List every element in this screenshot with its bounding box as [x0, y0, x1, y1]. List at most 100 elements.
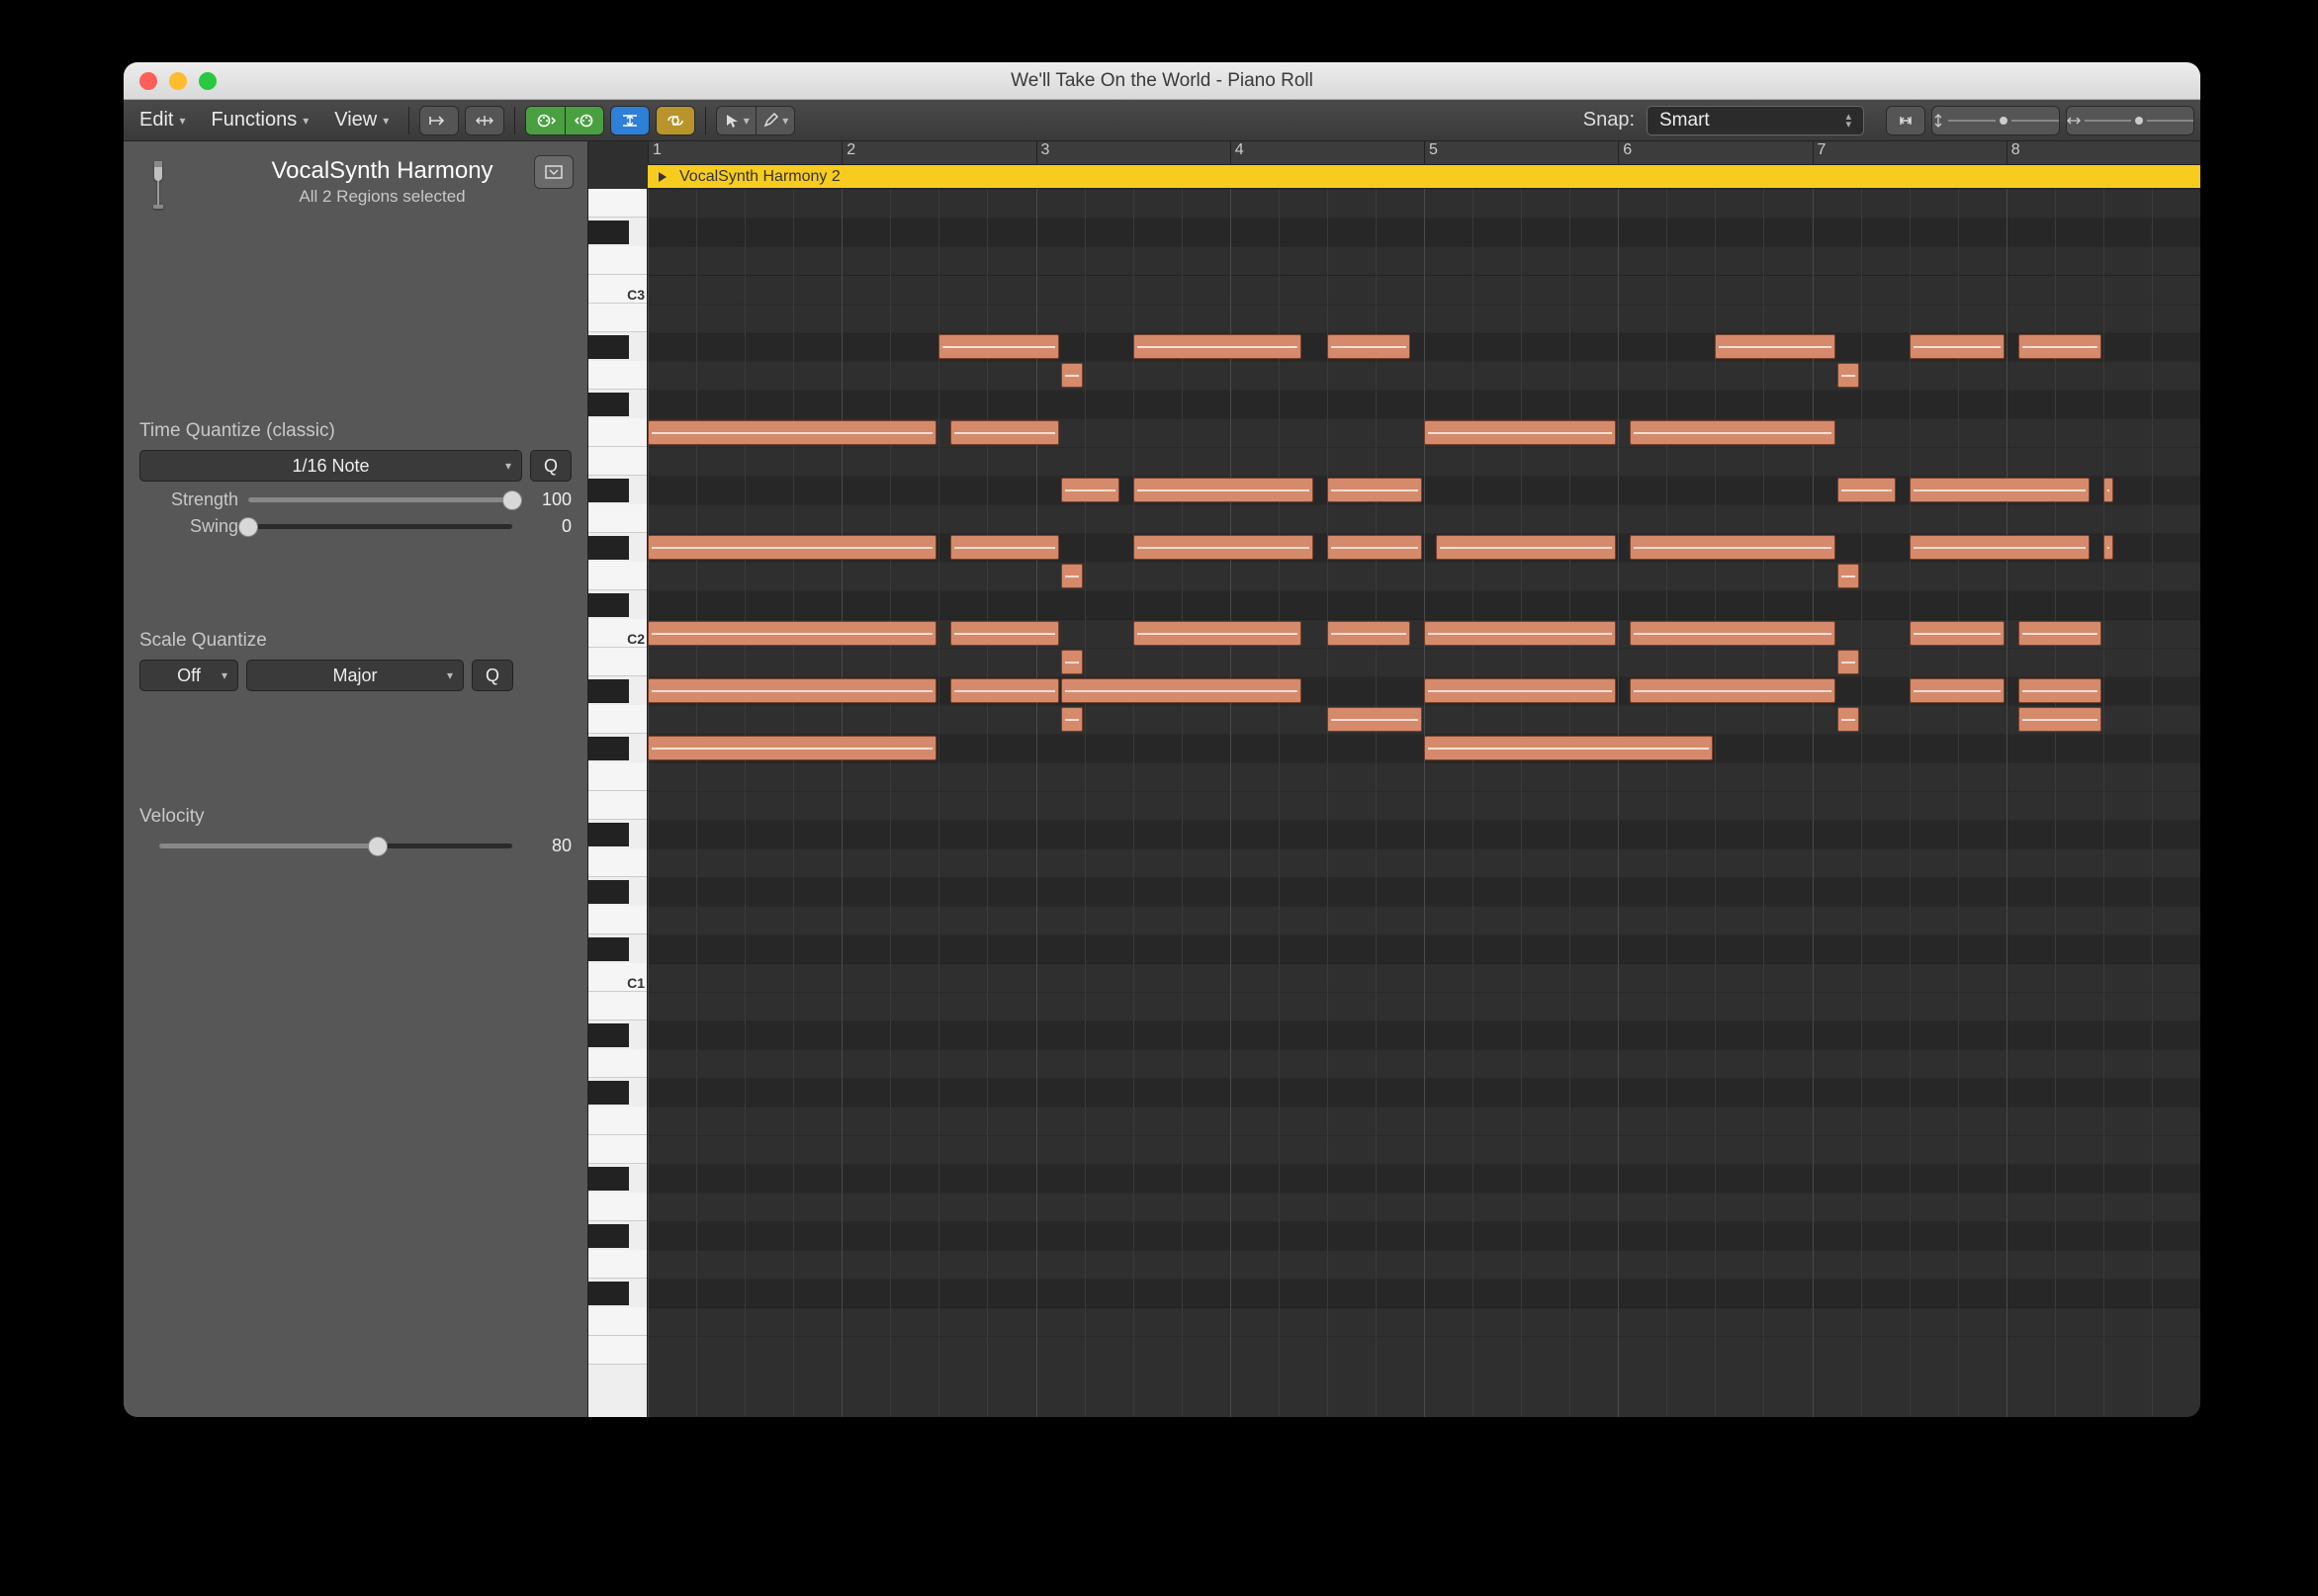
midi-note[interactable] — [2018, 621, 2101, 646]
velocity-value: 80 — [522, 836, 572, 856]
scale-quantize-button[interactable]: Q — [472, 660, 513, 691]
midi-note[interactable] — [1837, 650, 1859, 674]
midi-note[interactable] — [1715, 334, 1835, 359]
midi-note[interactable] — [1837, 564, 1859, 588]
midi-note[interactable] — [1910, 334, 2005, 359]
menu-view[interactable]: View▾ — [324, 105, 399, 135]
link-icon[interactable] — [656, 106, 695, 135]
midi-note[interactable] — [1436, 535, 1616, 560]
pencil-tool-icon[interactable]: ▾ — [756, 106, 795, 135]
midi-note[interactable] — [2018, 678, 2101, 703]
scale-mode-select[interactable]: Major▾ — [246, 660, 464, 691]
midi-note[interactable] — [950, 621, 1059, 646]
swing-value: 0 — [522, 516, 572, 537]
midi-note[interactable] — [1837, 363, 1859, 388]
auto-zoom-icon[interactable] — [465, 106, 504, 135]
midi-note[interactable] — [1133, 334, 1302, 359]
midi-note[interactable] — [648, 678, 936, 703]
midi-note[interactable] — [950, 535, 1059, 560]
scale-root-select[interactable]: Off▾ — [139, 660, 238, 691]
ruler-bar[interactable]: 1 — [648, 141, 842, 164]
midi-note[interactable] — [1424, 678, 1616, 703]
close-button[interactable] — [139, 72, 157, 90]
region-strip[interactable]: VocalSynth Harmony 2 — [648, 165, 2200, 189]
ruler-bar[interactable]: 7 — [1813, 141, 2006, 164]
menu-edit[interactable]: Edit▾ — [130, 105, 196, 135]
notes-area[interactable] — [648, 189, 2200, 1417]
midi-note[interactable] — [2103, 535, 2113, 560]
midi-note[interactable] — [1133, 535, 1313, 560]
zoom-button[interactable] — [199, 72, 217, 90]
midi-note[interactable] — [1837, 707, 1859, 732]
midi-out-icon[interactable] — [565, 106, 604, 135]
midi-note[interactable] — [1061, 707, 1083, 732]
midi-note[interactable] — [648, 420, 936, 445]
midi-note[interactable] — [2103, 478, 2113, 502]
vertical-zoom[interactable] — [1931, 106, 2060, 135]
midi-note[interactable] — [1630, 678, 1835, 703]
strength-value: 100 — [522, 489, 572, 510]
midi-note[interactable] — [1061, 564, 1083, 588]
midi-note[interactable] — [1061, 363, 1083, 388]
inspector-toggle-icon[interactable] — [534, 155, 574, 189]
swing-slider[interactable] — [248, 524, 512, 529]
velocity-title: Velocity — [139, 806, 572, 828]
midi-note[interactable] — [1910, 535, 2090, 560]
pointer-tool-icon[interactable]: ▾ — [716, 106, 756, 135]
ruler-bar[interactable]: 2 — [842, 141, 1035, 164]
ruler-bar[interactable]: 6 — [1618, 141, 1812, 164]
quantize-button[interactable]: Q — [530, 450, 572, 482]
zoom-to-fit-icon[interactable] — [1886, 106, 1925, 135]
ruler[interactable]: 12345678 — [648, 141, 2200, 165]
midi-note[interactable] — [1630, 420, 1835, 445]
midi-note[interactable] — [1910, 678, 2005, 703]
midi-note[interactable] — [1133, 621, 1302, 646]
strength-slider[interactable] — [248, 497, 512, 502]
midi-note[interactable] — [1327, 535, 1422, 560]
midi-note[interactable] — [1424, 621, 1616, 646]
track-subtitle: All 2 Regions selected — [193, 187, 572, 207]
midi-note[interactable] — [1327, 707, 1422, 732]
midi-note[interactable] — [1327, 621, 1410, 646]
mic-icon — [139, 155, 177, 215]
midi-note[interactable] — [1837, 478, 1896, 502]
horizontal-zoom[interactable] — [2066, 106, 2194, 135]
midi-in-icon[interactable] — [525, 106, 565, 135]
midi-note[interactable] — [1424, 420, 1616, 445]
midi-note[interactable] — [1327, 478, 1422, 502]
piano-roll: 12345678 VocalSynth Harmony 2 C3C2C1 — [588, 141, 2200, 1417]
ruler-bar[interactable]: 5 — [1424, 141, 1618, 164]
midi-note[interactable] — [950, 678, 1059, 703]
midi-note[interactable] — [1061, 478, 1119, 502]
midi-note[interactable] — [1910, 478, 2090, 502]
midi-note[interactable] — [2018, 334, 2101, 359]
midi-note[interactable] — [648, 621, 936, 646]
midi-note[interactable] — [1424, 736, 1713, 760]
snap-select[interactable]: Smart ▴▾ — [1647, 106, 1864, 135]
minimize-button[interactable] — [169, 72, 187, 90]
midi-note[interactable] — [2018, 707, 2101, 732]
window: We'll Take On the World - Piano Roll Edi… — [124, 62, 2200, 1417]
track-name: VocalSynth Harmony — [193, 157, 572, 185]
midi-note[interactable] — [648, 736, 936, 760]
velocity-slider[interactable] — [159, 843, 512, 848]
midi-note[interactable] — [1630, 621, 1835, 646]
midi-note[interactable] — [1061, 678, 1301, 703]
midi-note[interactable] — [1133, 478, 1313, 502]
ruler-bar[interactable]: 8 — [2006, 141, 2200, 164]
midi-note[interactable] — [1910, 621, 2005, 646]
midi-note[interactable] — [1630, 535, 1835, 560]
ruler-bar[interactable]: 4 — [1230, 141, 1424, 164]
midi-note[interactable] — [1327, 334, 1410, 359]
midi-note[interactable] — [938, 334, 1059, 359]
midi-note[interactable] — [950, 420, 1059, 445]
toolbar: Edit▾ Functions▾ View▾ ▾ — [124, 100, 2200, 141]
menu-functions[interactable]: Functions▾ — [202, 105, 319, 135]
midi-note[interactable] — [1061, 650, 1083, 674]
ruler-bar[interactable]: 3 — [1036, 141, 1230, 164]
midi-note[interactable] — [648, 535, 936, 560]
collapse-mode-icon[interactable] — [610, 106, 650, 135]
piano-keys[interactable]: C3C2C1 — [588, 189, 648, 1417]
catch-playhead-icon[interactable] — [419, 106, 459, 135]
time-quantize-select[interactable]: 1/16 Note▾ — [139, 450, 522, 482]
